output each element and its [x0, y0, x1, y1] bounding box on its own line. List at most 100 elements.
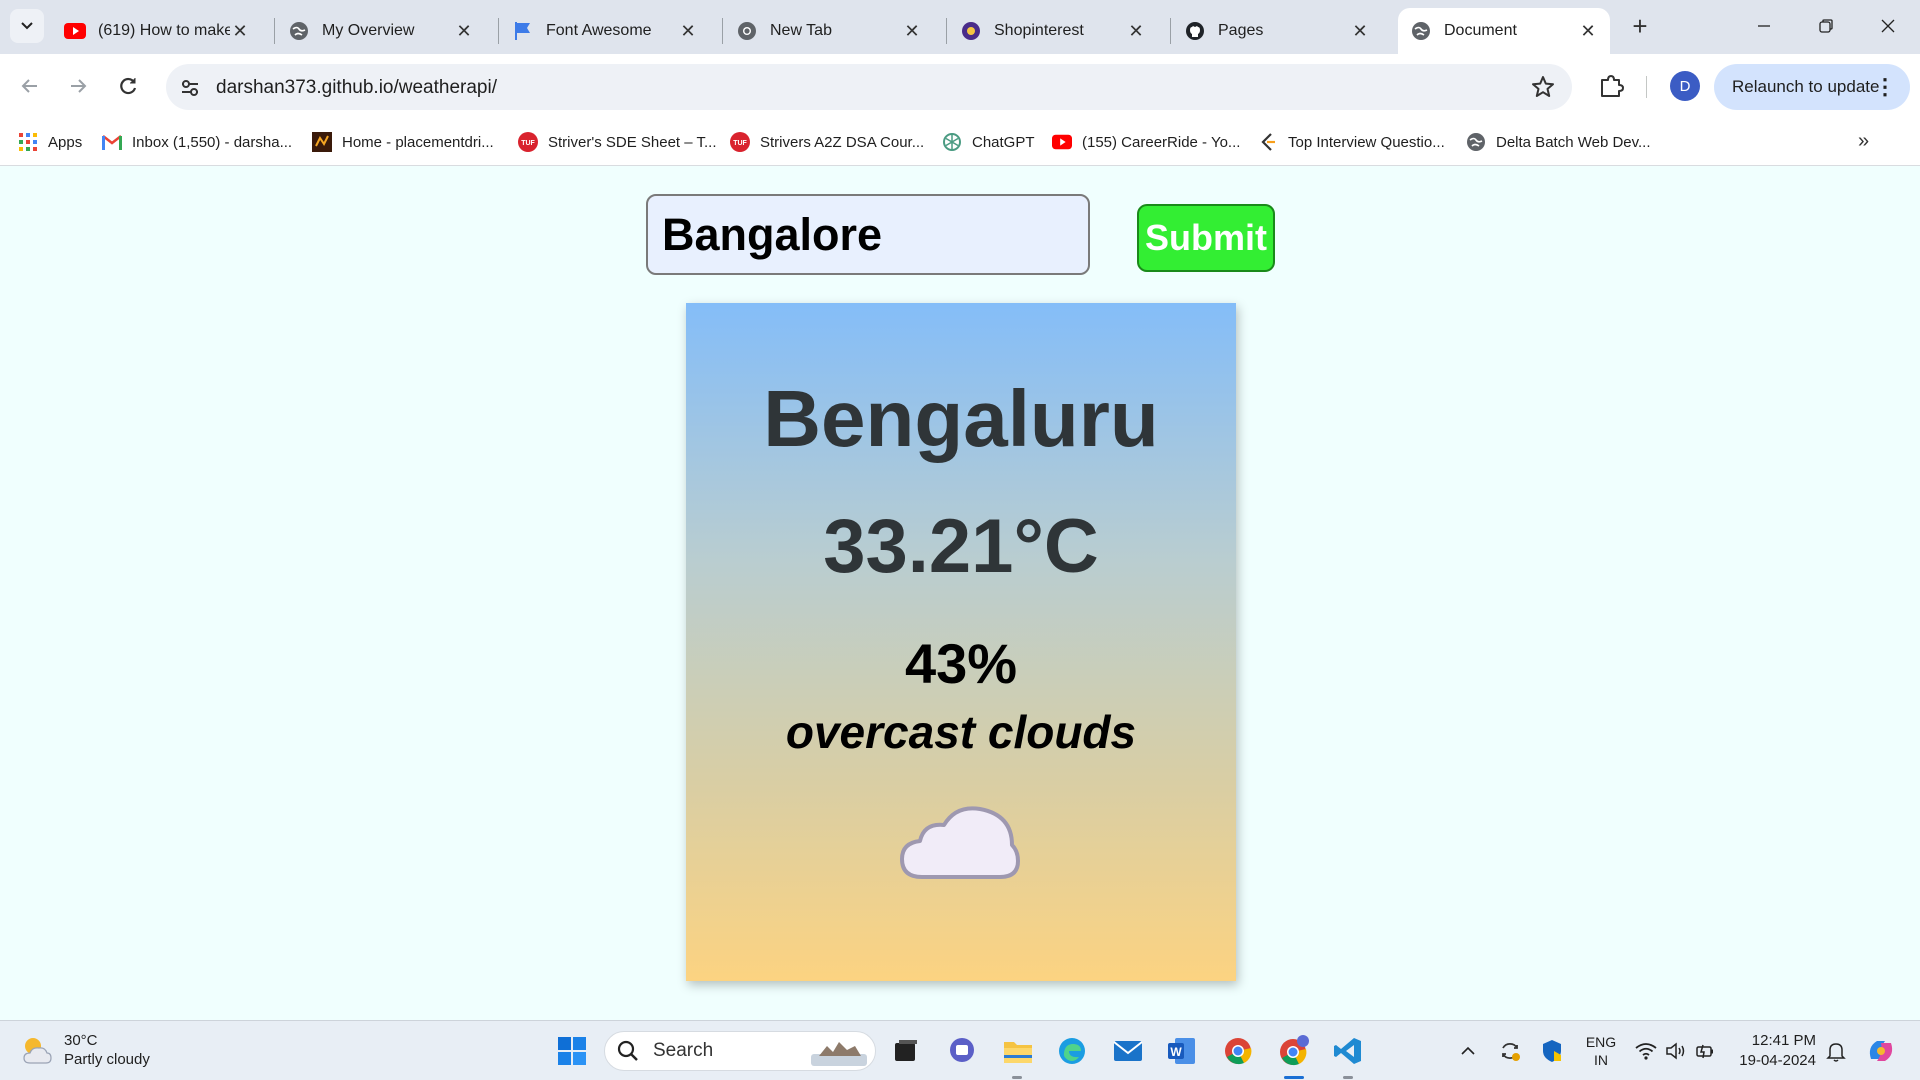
close-icon[interactable]: ✕ — [902, 21, 922, 41]
close-icon[interactable]: ✕ — [1126, 21, 1146, 41]
volume-tray-button[interactable] — [1662, 1033, 1690, 1069]
restore-button[interactable] — [1806, 8, 1846, 44]
tab-pages[interactable]: Pages ✕ — [1172, 8, 1382, 54]
close-icon[interactable]: ✕ — [678, 21, 698, 41]
profile-avatar[interactable]: D — [1670, 71, 1700, 101]
weather-card: Bengaluru 33.21°C 43% overcast clouds — [686, 303, 1236, 981]
site-settings-icon[interactable] — [178, 76, 202, 100]
submit-button[interactable]: Submit — [1137, 204, 1275, 272]
bookmark-placementdrive[interactable]: Home - placementdri... — [312, 130, 494, 154]
running-indicator — [1012, 1076, 1022, 1079]
bookmark-gmail[interactable]: Inbox (1,550) - darsha... — [102, 130, 292, 154]
windows-taskbar: 30°C Partly cloudy Search W ENG IN 12:41… — [0, 1020, 1920, 1080]
language-indicator[interactable]: ENG IN — [1582, 1033, 1620, 1069]
bookmark-chatgpt[interactable]: ChatGPT — [942, 130, 1035, 154]
address-bar[interactable]: darshan373.github.io/weatherapi/ — [166, 64, 1572, 110]
youtube-icon — [1052, 132, 1072, 152]
tab-font-awesome[interactable]: Font Awesome ✕ — [500, 8, 710, 54]
teams-icon — [950, 1038, 974, 1062]
tab-separator — [274, 18, 275, 44]
reload-button[interactable] — [110, 68, 146, 104]
search-highlight-icon — [811, 1042, 867, 1066]
new-tab-button[interactable]: + — [1626, 11, 1654, 41]
bookmark-leetcode[interactable]: Top Interview Questio... — [1258, 130, 1445, 154]
tab-title: New Tab — [770, 22, 832, 39]
show-hidden-icons-button[interactable] — [1454, 1033, 1482, 1069]
close-icon[interactable]: ✕ — [1350, 21, 1370, 41]
close-icon[interactable]: ✕ — [1578, 21, 1598, 41]
cloud-icon — [900, 806, 1020, 879]
bookmark-star-icon[interactable] — [1530, 74, 1556, 100]
taskbar-search[interactable]: Search — [604, 1031, 876, 1071]
battery-tray-button[interactable] — [1692, 1033, 1720, 1069]
bookmarks-overflow-icon[interactable]: » — [1858, 130, 1869, 153]
bookmark-delta-batch[interactable]: Delta Batch Web Dev... — [1466, 130, 1651, 154]
back-button[interactable] — [12, 68, 48, 104]
shield-icon — [1543, 1040, 1561, 1062]
tab-document[interactable]: Document ✕ — [1398, 8, 1610, 54]
chrome-profile-taskbar-button[interactable] — [1276, 1033, 1312, 1069]
tuf-icon: TUF — [518, 132, 538, 152]
bookmark-label: Top Interview Questio... — [1288, 133, 1445, 151]
battery-charging-icon — [1696, 1044, 1713, 1059]
tab-title: Shopinterest — [994, 22, 1084, 39]
sync-tray-button[interactable] — [1496, 1033, 1524, 1069]
extensions-puzzle-icon[interactable] — [1596, 71, 1626, 101]
bookmark-striver-a2z[interactable]: TUF Strivers A2Z DSA Cour... — [730, 130, 924, 154]
globe-icon — [288, 20, 310, 42]
close-icon[interactable]: ✕ — [230, 21, 250, 41]
windows-logo-icon — [558, 1037, 586, 1065]
chrome-taskbar-button[interactable] — [1220, 1033, 1256, 1069]
wifi-tray-button[interactable] — [1632, 1033, 1660, 1069]
reload-icon — [120, 77, 137, 95]
bookmark-label: Inbox (1,550) - darsha... — [132, 133, 293, 151]
security-tray-button[interactable] — [1538, 1033, 1566, 1069]
bookmark-striver-sde[interactable]: TUF Striver's SDE Sheet – T... — [518, 130, 717, 154]
teams-chat-button[interactable] — [944, 1033, 980, 1069]
tab-shopinterest[interactable]: Shopinterest ✕ — [948, 8, 1158, 54]
bookmark-label: Home - placementdri... — [342, 133, 494, 151]
tab-youtube[interactable]: (619) How to make ✕ — [52, 8, 262, 54]
globe-icon — [1466, 132, 1486, 152]
vscode-button[interactable] — [1330, 1033, 1366, 1069]
url-text[interactable]: darshan373.github.io/weatherapi/ — [216, 77, 497, 99]
close-icon[interactable]: ✕ — [454, 21, 474, 41]
city-search-input[interactable] — [646, 194, 1090, 275]
edge-button[interactable] — [1054, 1033, 1090, 1069]
tab-new-tab[interactable]: New Tab ✕ — [724, 8, 934, 54]
bookmark-label: ChatGPT — [972, 133, 1035, 151]
file-explorer-button[interactable] — [1000, 1033, 1036, 1069]
tuf-icon: TUF — [730, 132, 750, 152]
tab-search-button[interactable] — [10, 9, 44, 43]
weather-app-page: Submit Bengaluru 33.21°C 43% overcast cl… — [0, 167, 1920, 1020]
notifications-button[interactable] — [1822, 1033, 1850, 1069]
tab-title: (619) How to make — [98, 22, 230, 39]
flag-icon — [512, 20, 534, 42]
tab-separator — [946, 18, 947, 44]
taskbar-weather-widget[interactable]: 30°C Partly cloudy — [20, 1031, 150, 1069]
clock[interactable]: 12:41 PM 19-04-2024 — [1736, 1031, 1816, 1071]
tab-title: Font Awesome — [546, 22, 652, 39]
minimize-button[interactable] — [1744, 8, 1784, 44]
search-placeholder: Search — [653, 1040, 714, 1061]
svg-text:W: W — [1170, 1045, 1182, 1059]
leetcode-icon — [1258, 132, 1278, 152]
bookmark-apps[interactable]: Apps — [18, 130, 82, 154]
word-button[interactable]: W — [1164, 1033, 1200, 1069]
relaunch-button[interactable]: Relaunch to update ⋮ — [1714, 64, 1910, 110]
running-indicator — [1343, 1076, 1353, 1079]
mail-button[interactable] — [1110, 1033, 1146, 1069]
gmail-icon — [102, 132, 122, 152]
chrome-icon — [736, 20, 758, 42]
task-view-button[interactable] — [888, 1033, 924, 1069]
tab-my-overview[interactable]: My Overview ✕ — [276, 8, 486, 54]
copilot-button[interactable] — [1862, 1033, 1900, 1069]
close-window-button[interactable] — [1868, 8, 1908, 44]
bookmark-careerride[interactable]: (155) CareerRide - Yo... — [1052, 130, 1240, 154]
svg-text:TUF: TUF — [733, 140, 747, 147]
windows-start-button[interactable] — [554, 1033, 590, 1069]
chevron-up-icon — [1461, 1046, 1475, 1055]
arrow-right-icon — [71, 79, 87, 93]
forward-button[interactable] — [60, 68, 96, 104]
kebab-menu-icon[interactable]: ⋮ — [1874, 74, 1896, 100]
